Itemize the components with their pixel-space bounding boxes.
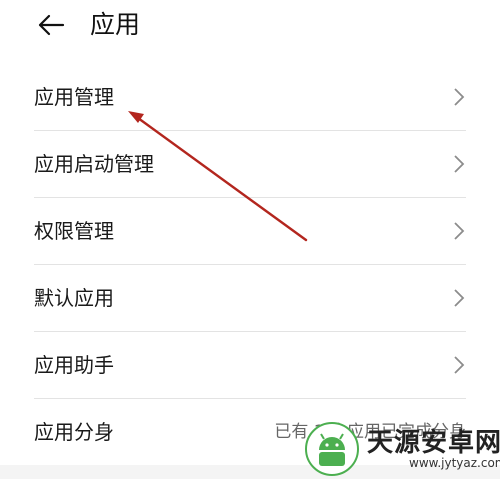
list-item-permission-management[interactable]: 权限管理 [34,198,466,265]
chevron-right-icon [454,155,465,173]
list-item-label: 应用管理 [34,85,114,109]
page-title: 应用 [90,10,141,39]
settings-screen: 应用 应用管理 应用启动管理 权限管理 默认应用 应用助手 应用分身 已有 1 … [0,0,500,465]
chevron-right-icon [454,222,465,240]
list-item-value: 已有 1 个应用已完成分身 [274,422,466,442]
list-item-app-twin[interactable]: 应用分身 已有 1 个应用已完成分身 [34,399,466,465]
chevron-right-icon [454,88,465,106]
header: 应用 [0,0,500,60]
list-item-default-apps[interactable]: 默认应用 [34,265,466,332]
list-item-label: 应用助手 [34,353,114,377]
list-item-label: 应用分身 [34,420,114,444]
list-item-label: 默认应用 [34,286,114,310]
list-item-label: 权限管理 [34,219,114,243]
list-item-app-management[interactable]: 应用管理 [34,64,466,131]
settings-list: 应用管理 应用启动管理 权限管理 默认应用 应用助手 应用分身 已有 1 个应用… [34,64,466,465]
chevron-right-icon [454,356,465,374]
list-item-app-assistant[interactable]: 应用助手 [34,332,466,399]
list-item-label: 应用启动管理 [34,152,154,176]
chevron-right-icon [454,289,465,307]
list-item-startup-management[interactable]: 应用启动管理 [34,131,466,198]
back-arrow-icon [38,14,65,36]
back-button[interactable] [34,8,68,42]
